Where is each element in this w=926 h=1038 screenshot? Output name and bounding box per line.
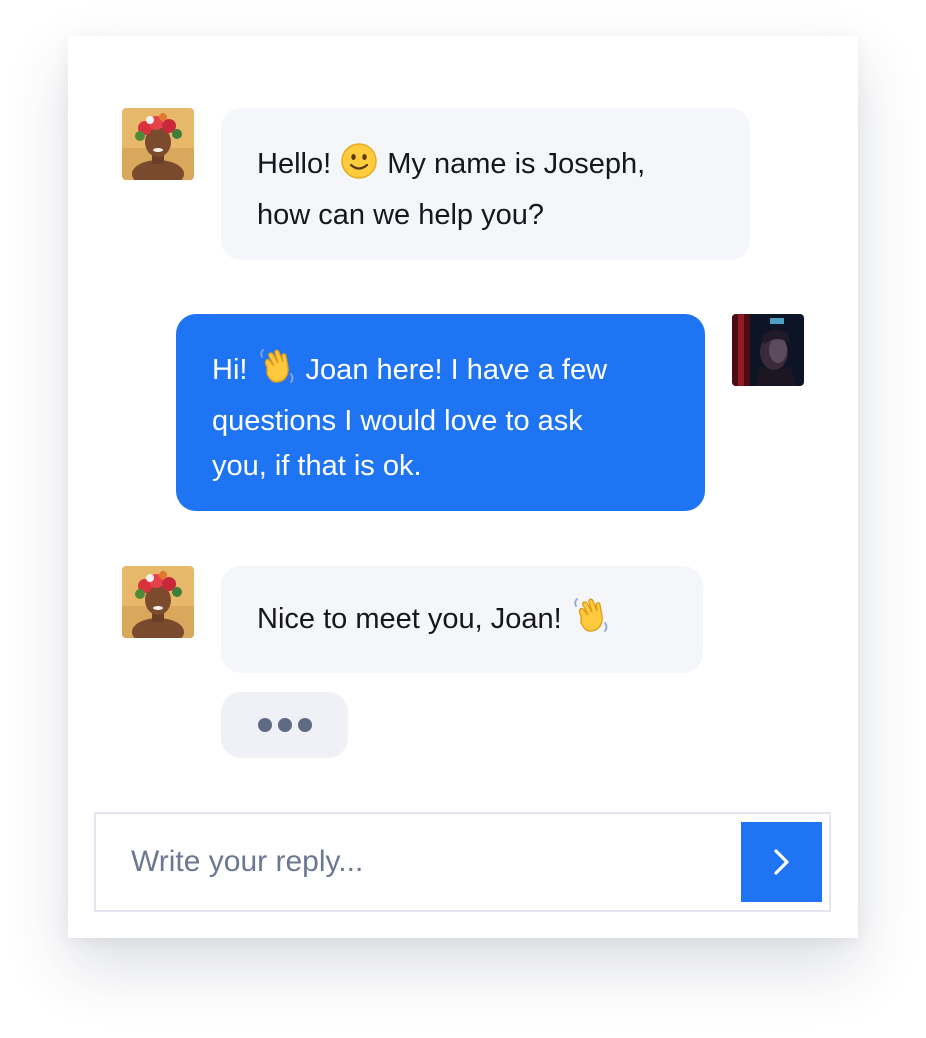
message-line: questions I would love to ask — [212, 405, 583, 437]
waving-hand-icon — [572, 596, 610, 648]
message-line: Hi! Joan here! I have a few — [212, 347, 705, 399]
user-message-bubble: Hi! Joan here! I have a few questions I … — [176, 314, 705, 511]
typing-dot-icon — [277, 718, 292, 732]
user-avatar — [732, 314, 804, 386]
message-line: you, if that is ok. — [212, 450, 422, 482]
send-button[interactable] — [741, 822, 822, 902]
typing-dot-icon — [257, 718, 272, 732]
reply-input[interactable] — [96, 814, 736, 910]
message-line: how can we help you? — [257, 199, 544, 231]
chevron-right-icon — [773, 849, 789, 875]
typing-indicator — [221, 692, 348, 758]
slightly-smiling-face-icon — [341, 143, 377, 193]
waving-hand-icon — [258, 347, 296, 399]
chat-window: Hello! My name is Joseph, how can we hel… — [68, 36, 858, 938]
message-line: Hello! My name is Joseph, — [257, 142, 750, 193]
agent-message-bubble: Nice to meet you, Joan! — [221, 566, 703, 673]
reply-composer — [94, 812, 831, 912]
message-line: Nice to meet you, Joan! — [257, 596, 703, 648]
agent-message-bubble: Hello! My name is Joseph, how can we hel… — [221, 108, 750, 260]
agent-avatar — [122, 566, 194, 638]
agent-avatar — [122, 108, 194, 180]
user-photo-icon — [732, 314, 804, 386]
agent-photo-icon — [122, 108, 194, 180]
agent-photo-icon — [122, 566, 194, 638]
typing-dot-icon — [297, 718, 312, 732]
